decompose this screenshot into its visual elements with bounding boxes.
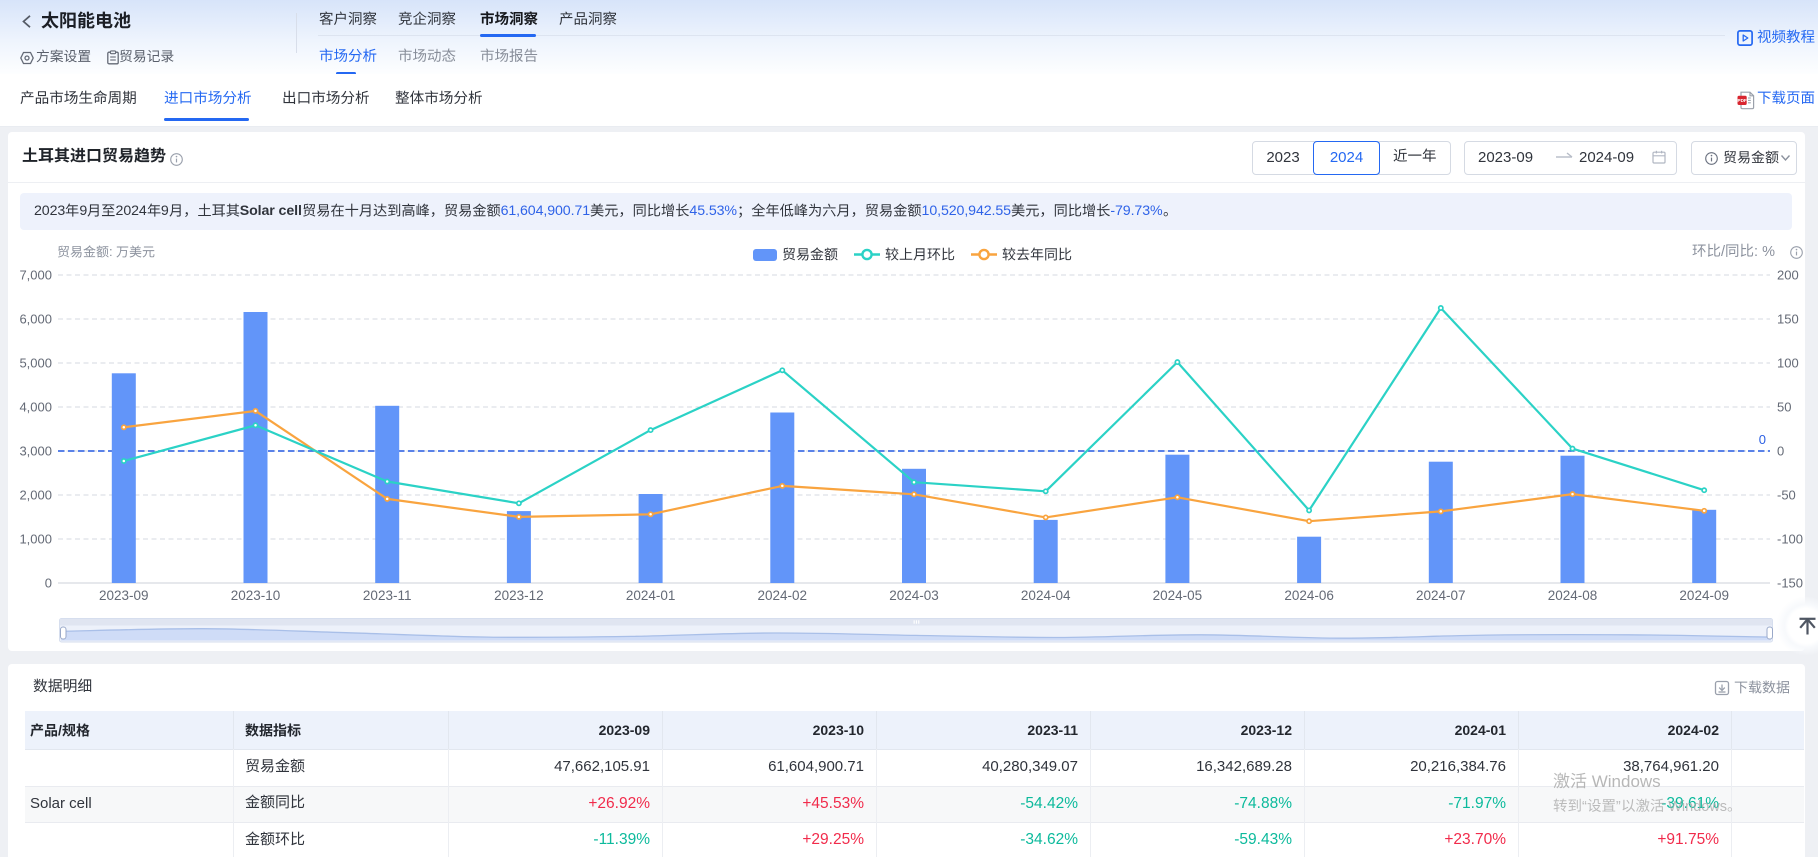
- svg-text:2024-08: 2024-08: [1548, 588, 1598, 603]
- svg-text:3,000: 3,000: [19, 444, 52, 459]
- svg-text:7,000: 7,000: [19, 268, 52, 283]
- svg-text:50: 50: [1777, 400, 1791, 415]
- svg-text:-100: -100: [1777, 532, 1803, 547]
- svg-text:2024-04: 2024-04: [1021, 588, 1071, 603]
- svg-text:100: 100: [1777, 356, 1799, 371]
- svg-text:2023-12: 2023-12: [494, 588, 544, 603]
- svg-text:-150: -150: [1777, 576, 1803, 591]
- svg-text:2,000: 2,000: [19, 488, 52, 503]
- svg-text:6,000: 6,000: [19, 312, 52, 327]
- svg-text:1,000: 1,000: [19, 532, 52, 547]
- svg-text:2023-09: 2023-09: [99, 588, 149, 603]
- svg-text:5,000: 5,000: [19, 356, 52, 371]
- svg-text:2024-03: 2024-03: [889, 588, 939, 603]
- svg-text:0: 0: [1777, 444, 1784, 459]
- svg-text:2024-05: 2024-05: [1153, 588, 1203, 603]
- svg-text:2024-07: 2024-07: [1416, 588, 1466, 603]
- svg-text:-50: -50: [1777, 488, 1796, 503]
- svg-text:0: 0: [1759, 432, 1766, 447]
- svg-text:200: 200: [1777, 268, 1799, 283]
- svg-text:2024-06: 2024-06: [1284, 588, 1334, 603]
- svg-text:2023-11: 2023-11: [363, 588, 412, 603]
- svg-text:2024-09: 2024-09: [1679, 588, 1729, 603]
- svg-text:2024-01: 2024-01: [626, 588, 676, 603]
- svg-text:2023-10: 2023-10: [231, 588, 281, 603]
- svg-text:0: 0: [45, 576, 52, 591]
- svg-text:2024-02: 2024-02: [758, 588, 808, 603]
- svg-text:4,000: 4,000: [19, 400, 52, 415]
- svg-text:150: 150: [1777, 312, 1799, 327]
